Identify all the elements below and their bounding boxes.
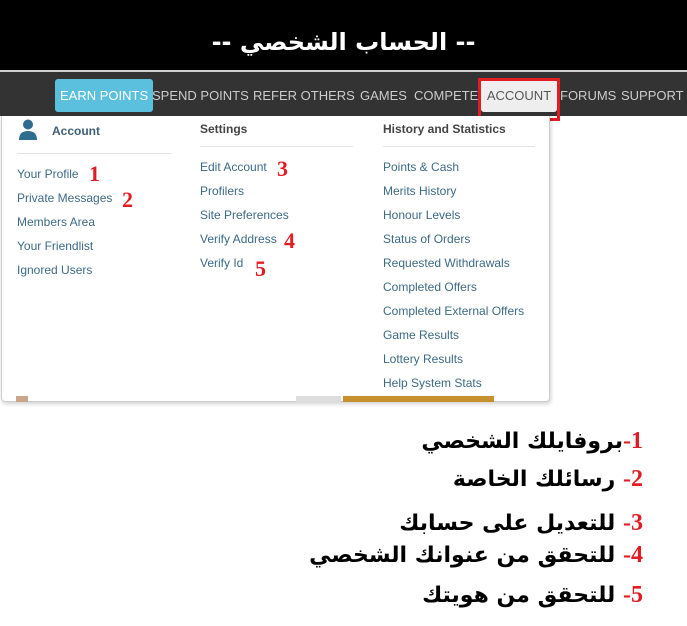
annotation-number-1: 1 xyxy=(89,161,100,186)
background-content-peek xyxy=(343,396,494,402)
arabic-line-1: 1-بروفايلك الشخصي xyxy=(421,428,643,455)
settings-heading: Settings xyxy=(200,122,248,136)
account-divider xyxy=(17,153,171,154)
arabic-text: للتحقق من عنوانك الشخصي xyxy=(309,543,616,568)
arabic-line-3: 3- للتعديل على حسابك xyxy=(399,510,643,537)
link-status-of-orders[interactable]: Status of Orders xyxy=(383,232,470,246)
annotation-number-4: 4 xyxy=(284,228,295,253)
link-verify-id[interactable]: Verify Id xyxy=(200,256,243,270)
background-content-peek xyxy=(16,396,28,402)
link-completed-offers[interactable]: Completed Offers xyxy=(383,280,477,294)
link-edit-account[interactable]: Edit Account xyxy=(200,160,267,174)
arabic-number: 3- xyxy=(623,510,643,536)
settings-divider xyxy=(200,146,353,147)
top-navbar: EARN POINTS SPEND POINTS REFER OTHERS GA… xyxy=(0,70,687,116)
arabic-number: 5- xyxy=(623,582,643,608)
link-completed-external-offers[interactable]: Completed External Offers xyxy=(383,304,524,318)
link-profilers[interactable]: Profilers xyxy=(200,184,244,198)
user-icon xyxy=(19,119,37,140)
nav-earn-points[interactable]: EARN POINTS xyxy=(55,79,154,112)
link-private-messages[interactable]: Private Messages xyxy=(17,191,112,205)
nav-games[interactable]: GAMES xyxy=(355,79,412,112)
link-ignored-users[interactable]: Ignored Users xyxy=(17,263,92,277)
arabic-number: 2- xyxy=(623,466,643,492)
link-verify-address[interactable]: Verify Address xyxy=(200,232,277,246)
banner-title: -- الحساب الشخصي -- xyxy=(211,28,476,56)
nav-support[interactable]: SUPPORT xyxy=(616,79,687,112)
arabic-text: بروفايلك الشخصي xyxy=(421,429,623,454)
link-merits-history[interactable]: Merits History xyxy=(383,184,456,198)
arabic-text: للتحقق من هويتك xyxy=(422,583,616,608)
nav-forums[interactable]: FORUMS xyxy=(555,79,621,112)
annotation-number-3: 3 xyxy=(277,156,288,181)
link-game-results[interactable]: Game Results xyxy=(383,328,459,342)
nav-account[interactable]: ACCOUNT xyxy=(481,79,557,112)
background-content-peek xyxy=(296,396,341,402)
arabic-line-2: 2- رسائلك الخاصة xyxy=(453,466,643,493)
arabic-number: 4- xyxy=(623,542,643,568)
history-heading: History and Statistics xyxy=(383,122,506,136)
arabic-line-4: 4- للتحقق من عنوانك الشخصي xyxy=(309,542,643,569)
arabic-text: للتعديل على حسابك xyxy=(399,511,616,536)
nav-spend-points[interactable]: SPEND POINTS xyxy=(147,79,254,112)
nav-compete[interactable]: COMPETE xyxy=(409,79,483,112)
annotation-number-2: 2 xyxy=(122,187,133,212)
arabic-line-5: 5- للتحقق من هويتك xyxy=(422,582,643,609)
arabic-number: 1- xyxy=(623,428,643,454)
link-lottery-results[interactable]: Lottery Results xyxy=(383,352,463,366)
link-members-area[interactable]: Members Area xyxy=(17,215,95,229)
link-requested-withdrawals[interactable]: Requested Withdrawals xyxy=(383,256,510,270)
link-honour-levels[interactable]: Honour Levels xyxy=(383,208,460,222)
annotation-number-5: 5 xyxy=(255,256,266,281)
link-help-system-stats[interactable]: Help System Stats xyxy=(383,376,482,390)
history-divider xyxy=(383,146,535,147)
link-site-preferences[interactable]: Site Preferences xyxy=(200,208,289,222)
link-your-profile[interactable]: Your Profile xyxy=(17,167,79,181)
nav-refer-others[interactable]: REFER OTHERS xyxy=(248,79,360,112)
account-dropdown-menu: Account Your Profile Private Messages Me… xyxy=(1,116,550,402)
account-heading: Account xyxy=(52,124,100,138)
page-banner: -- الحساب الشخصي -- xyxy=(0,0,687,70)
link-points-cash[interactable]: Points & Cash xyxy=(383,160,459,174)
link-your-friendlist[interactable]: Your Friendlist xyxy=(17,239,93,253)
arabic-text: رسائلك الخاصة xyxy=(452,467,616,492)
